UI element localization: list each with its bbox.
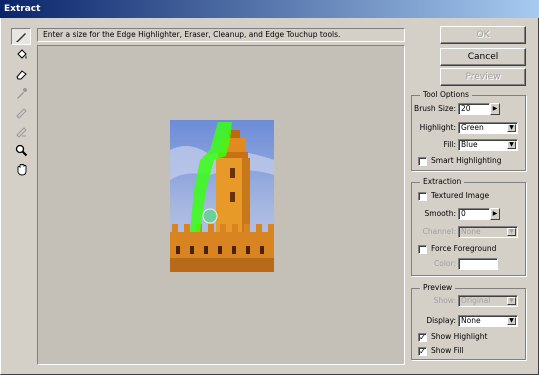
checkmark-icon: ✓ <box>419 333 426 342</box>
textured-image-label: Textured Image <box>431 191 490 200</box>
fill-bucket-icon <box>16 49 27 59</box>
edge-touchup-tool[interactable] <box>11 123 31 140</box>
chevron-down-icon[interactable]: ▼ <box>507 317 516 325</box>
smooth-slider-button[interactable]: ▶ <box>490 208 500 220</box>
zoom-icon <box>15 144 27 157</box>
edge-touchup-icon <box>15 127 27 138</box>
fill-value: Blue <box>461 140 478 149</box>
preview-canvas[interactable] <box>37 45 405 365</box>
show-select[interactable]: Original ▼ <box>458 295 518 307</box>
eraser-icon <box>15 70 27 80</box>
extraction-group: Extraction Textured Image Smooth: 0 ▶ Ch… <box>411 177 526 276</box>
show-fill-label: Show Fill <box>431 346 464 355</box>
smooth-label: Smooth: <box>424 209 456 218</box>
eyedropper-icon <box>16 88 27 99</box>
preview-group: Preview Show: Original ▼ Display: None ▼… <box>411 283 526 360</box>
highlight-label: Highlight: <box>419 123 456 132</box>
edge-highlighter-tool[interactable] <box>11 28 31 45</box>
cancel-button[interactable]: Cancel <box>440 48 526 66</box>
tool-palette <box>9 28 33 180</box>
smart-highlighting-label: Smart Highlighting <box>431 156 502 165</box>
show-highlight-checkbox[interactable]: ✓ <box>418 333 427 342</box>
hand-icon <box>17 164 26 176</box>
hint-text: Enter a size for the Edge Highlighter, E… <box>37 28 405 42</box>
display-select[interactable]: None ▼ <box>458 315 518 327</box>
arrow-right-icon: ▶ <box>492 105 498 112</box>
edge-highlighter-icon <box>15 33 26 42</box>
zoom-tool[interactable] <box>11 142 31 159</box>
fill-select[interactable]: Blue ▼ <box>458 139 518 151</box>
chevron-down-icon[interactable]: ▼ <box>507 228 516 236</box>
textured-image-checkbox[interactable] <box>418 192 427 201</box>
chevron-down-icon[interactable]: ▼ <box>507 297 516 305</box>
channel-select[interactable]: None ▼ <box>458 226 518 238</box>
force-foreground-checkbox[interactable] <box>418 245 427 254</box>
hand-tool[interactable] <box>11 161 31 178</box>
eyedropper-tool[interactable] <box>11 85 31 102</box>
color-label: Color: <box>434 259 456 268</box>
channel-value: None <box>461 227 481 236</box>
show-label: Show: <box>433 296 456 305</box>
show-highlight-label: Show Highlight <box>431 332 488 341</box>
preview-button[interactable]: Preview <box>440 68 526 86</box>
fill-tool[interactable] <box>11 47 31 64</box>
highlight-select[interactable]: Green ▼ <box>458 122 518 134</box>
highlight-value: Green <box>461 123 484 132</box>
color-swatch[interactable] <box>458 258 498 270</box>
extraction-title: Extraction <box>420 177 465 186</box>
tool-options-group: Tool Options Brush Size: 20 ▶ Highlight:… <box>411 90 526 171</box>
show-fill-checkbox[interactable]: ✓ <box>418 347 427 356</box>
image-preview[interactable] <box>170 120 274 272</box>
force-foreground-label: Force Foreground <box>431 244 497 253</box>
window-title: Extract <box>0 0 539 18</box>
eraser-tool[interactable] <box>11 66 31 83</box>
preview-title: Preview <box>420 283 456 292</box>
cleanup-icon <box>15 108 27 119</box>
chevron-down-icon[interactable]: ▼ <box>507 141 516 149</box>
tower-image <box>170 120 274 272</box>
fill-label: Fill: <box>443 140 456 149</box>
brush-size-label: Brush Size: <box>414 104 456 113</box>
checkmark-icon: ✓ <box>419 347 426 356</box>
smooth-input[interactable]: 0 <box>458 208 490 220</box>
channel-label: Channel: <box>422 227 456 236</box>
smart-highlighting-checkbox[interactable] <box>418 157 427 166</box>
tool-options-title: Tool Options <box>420 90 472 99</box>
brush-size-slider-button[interactable]: ▶ <box>490 103 500 115</box>
arrow-right-icon: ▶ <box>492 210 498 217</box>
chevron-down-icon[interactable]: ▼ <box>507 124 516 132</box>
display-value: None <box>461 316 481 325</box>
ok-button[interactable]: OK <box>440 26 526 44</box>
show-value: Original <box>461 296 491 305</box>
brush-size-input[interactable]: 20 <box>458 103 490 115</box>
cleanup-tool[interactable] <box>11 104 31 121</box>
display-label: Display: <box>426 316 456 325</box>
